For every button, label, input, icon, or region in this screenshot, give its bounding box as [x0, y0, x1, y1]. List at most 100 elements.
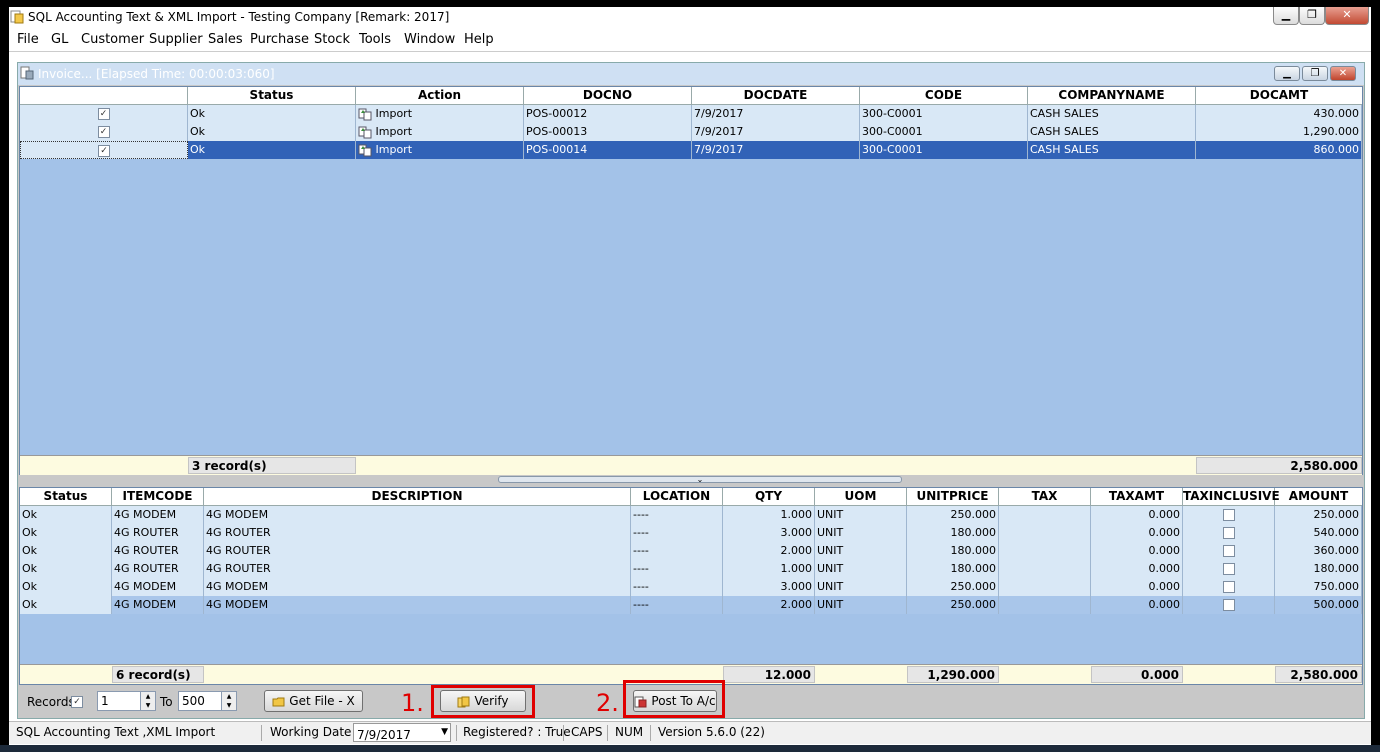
cell-qty: 2.000	[723, 596, 815, 614]
minimize-button[interactable]: ▁	[1273, 7, 1299, 25]
minimize-icon: ▁	[1281, 8, 1291, 21]
col-docamt[interactable]: DOCAMT	[1196, 87, 1362, 104]
child-title: Invoice... [Elapsed Time: 00:00:03:060]	[38, 67, 275, 81]
col-action[interactable]: Action	[356, 87, 524, 104]
cell-amount: 180.000	[1275, 560, 1362, 578]
col-taxinclusive[interactable]: TAXINCLUSIVE	[1183, 488, 1280, 505]
cell-uom: UNIT	[815, 542, 907, 560]
col-status[interactable]: Status	[188, 87, 356, 104]
cell-description: 4G MODEM	[204, 578, 631, 596]
working-date-select[interactable]: 7/9/2017 ▼	[353, 723, 451, 742]
row-checkbox[interactable]: ✓	[20, 141, 188, 159]
cell-unitprice: 180.000	[907, 542, 999, 560]
col-qty[interactable]: QTY	[723, 488, 815, 505]
cell-action[interactable]: Import	[356, 123, 524, 141]
col-tax[interactable]: TAX	[999, 488, 1091, 505]
detail-grid[interactable]: Status ITEMCODE DESCRIPTION LOCATION QTY…	[19, 487, 1363, 685]
col-itemcode[interactable]: ITEMCODE	[112, 488, 204, 505]
cell-action[interactable]: Import	[356, 105, 524, 123]
detail-grid-header: Status ITEMCODE DESCRIPTION LOCATION QTY…	[20, 488, 1362, 506]
cell-amount: 750.000	[1275, 578, 1362, 596]
spinner-arrows-icon[interactable]: ▲ ▼	[221, 692, 236, 710]
cell-itemcode: 4G ROUTER	[112, 542, 204, 560]
close-button[interactable]: ✕	[1325, 7, 1369, 25]
menu-file[interactable]: File	[17, 32, 39, 47]
taxinclusive-checkbox[interactable]	[1183, 542, 1275, 560]
menu-purchase[interactable]: Purchase	[250, 32, 309, 47]
cell-docno: POS-00014	[524, 141, 692, 159]
col-location[interactable]: LOCATION	[631, 488, 723, 505]
taxinclusive-checkbox[interactable]	[1183, 578, 1275, 596]
title-bar: SQL Accounting Text & XML Import - Testi…	[9, 7, 1371, 29]
row-checkbox[interactable]: ✓	[20, 105, 188, 123]
taxinclusive-checkbox[interactable]	[1183, 506, 1275, 524]
col-select[interactable]	[20, 87, 188, 104]
col-uom[interactable]: UOM	[815, 488, 907, 505]
get-file-button[interactable]: Get File - X	[264, 690, 363, 712]
spinner-arrows-icon[interactable]: ▲ ▼	[140, 692, 155, 710]
col-docdate[interactable]: DOCDATE	[692, 87, 860, 104]
col-amount[interactable]: AMOUNT	[1275, 488, 1362, 505]
cell-status: Ok	[188, 141, 356, 159]
menu-gl[interactable]: GL	[51, 32, 68, 47]
col-status[interactable]: Status	[20, 488, 112, 505]
cell-companyname: CASH SALES	[1028, 123, 1196, 141]
menu-stock[interactable]: Stock	[314, 32, 350, 47]
cell-action[interactable]: Import	[356, 141, 524, 159]
cell-uom: UNIT	[815, 524, 907, 542]
cell-itemcode: 4G ROUTER	[112, 560, 204, 578]
cell-status: Ok	[20, 542, 112, 560]
restore-icon: ❐	[1310, 68, 1320, 79]
cell-location: ----	[631, 578, 723, 596]
cell-description: 4G MODEM	[204, 596, 631, 614]
menu-sales[interactable]: Sales	[208, 32, 243, 47]
master-grid-footer: 3 record(s) 2,580.000	[20, 455, 1362, 475]
col-companyname[interactable]: COMPANYNAME	[1028, 87, 1196, 104]
record-count: 6 record(s)	[112, 666, 204, 683]
records-from-input[interactable]: 1 ▲ ▼	[97, 691, 156, 711]
records-checkbox[interactable]: ✓	[71, 696, 83, 708]
cell-uom: UNIT	[815, 578, 907, 596]
cell-itemcode: 4G MODEM	[112, 596, 204, 614]
menu-tools[interactable]: Tools	[359, 32, 391, 47]
cell-amount: 250.000	[1275, 506, 1362, 524]
cell-unitprice: 250.000	[907, 506, 999, 524]
restore-button[interactable]: ❐	[1299, 7, 1325, 25]
row-checkbox[interactable]: ✓	[20, 123, 188, 141]
cell-unitprice: 250.000	[907, 596, 999, 614]
cell-description: 4G ROUTER	[204, 524, 631, 542]
child-close-button[interactable]: ✕	[1330, 66, 1356, 81]
cell-taxamt: 0.000	[1091, 524, 1183, 542]
menu-help[interactable]: Help	[464, 32, 494, 47]
action-label: Import	[375, 143, 413, 156]
col-docno[interactable]: DOCNO	[524, 87, 692, 104]
cell-amount: 500.000	[1275, 596, 1362, 614]
child-minimize-button[interactable]: ▁	[1274, 66, 1300, 81]
taxinclusive-checkbox[interactable]	[1183, 596, 1275, 614]
taxinclusive-checkbox[interactable]	[1183, 560, 1275, 578]
col-description[interactable]: DESCRIPTION	[204, 488, 631, 505]
menu-window[interactable]: Window	[404, 32, 455, 47]
col-taxamt[interactable]: TAXAMT	[1091, 488, 1183, 505]
qty-total: 12.000	[723, 666, 815, 683]
cell-status: Ok	[20, 524, 112, 542]
cell-location: ----	[631, 542, 723, 560]
cell-itemcode: 4G ROUTER	[112, 524, 204, 542]
taxinclusive-checkbox[interactable]	[1183, 524, 1275, 542]
cell-companyname: CASH SALES	[1028, 141, 1196, 159]
cell-uom: UNIT	[815, 560, 907, 578]
col-unitprice[interactable]: UNITPRICE	[907, 488, 999, 505]
dropdown-arrow-icon[interactable]: ▼	[441, 724, 448, 741]
master-grid[interactable]: Status Action DOCNO DOCDATE CODE COMPANY…	[19, 86, 1363, 475]
folder-icon	[272, 697, 285, 706]
grid-splitter[interactable]: ⌄	[498, 476, 902, 484]
cell-amount: 360.000	[1275, 542, 1362, 560]
menu-customer[interactable]: Customer	[81, 32, 144, 47]
cell-qty: 3.000	[723, 578, 815, 596]
col-code[interactable]: CODE	[860, 87, 1028, 104]
records-to-input[interactable]: 500 ▲ ▼	[178, 691, 237, 711]
cell-docdate: 7/9/2017	[692, 123, 860, 141]
cell-status: Ok	[188, 123, 356, 141]
child-restore-button[interactable]: ❐	[1302, 66, 1328, 81]
menu-supplier[interactable]: Supplier	[149, 32, 203, 47]
